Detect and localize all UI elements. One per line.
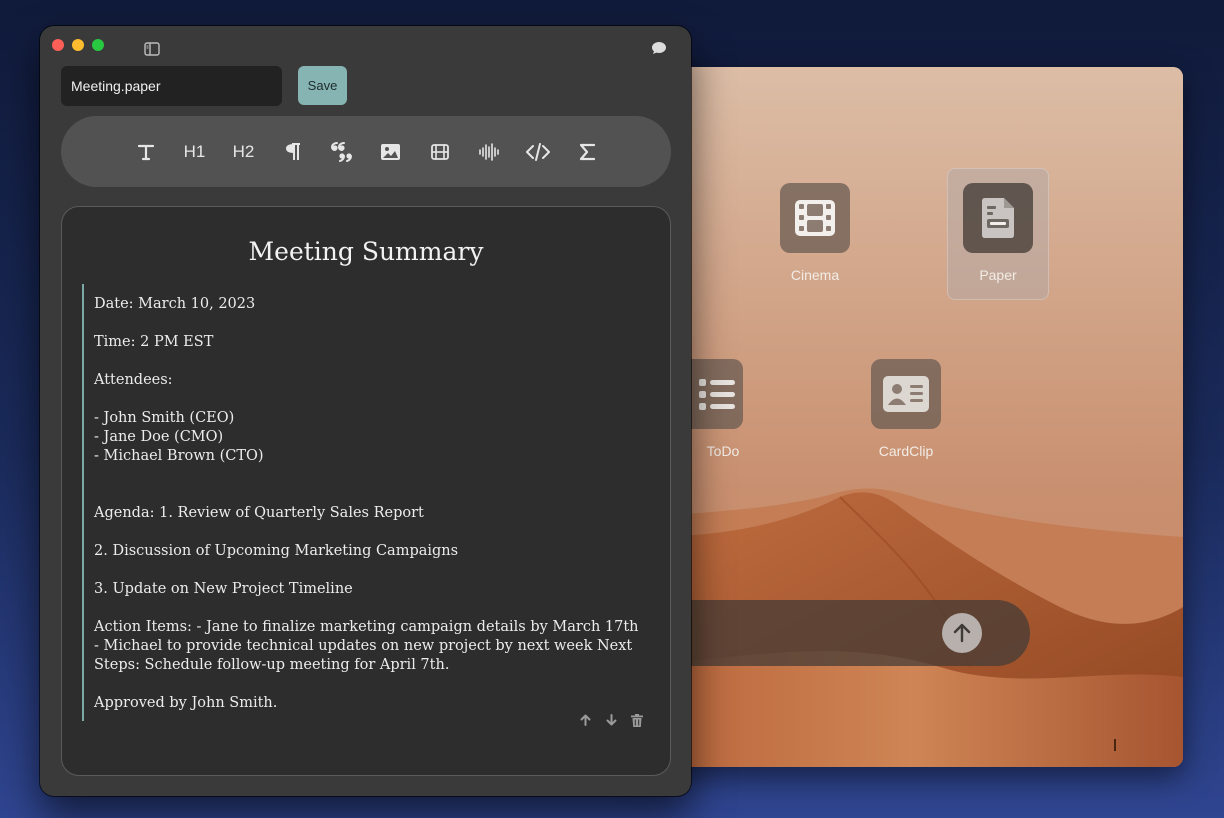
agenda-item: Agenda: 1. Review of Quarterly Sales Rep… [94, 505, 424, 521]
paragraph-icon[interactable] [268, 132, 317, 172]
document-icon [963, 183, 1033, 253]
block-actions [578, 714, 644, 731]
arrow-up-icon [953, 623, 971, 643]
film-icon [780, 183, 850, 253]
move-down-icon[interactable] [604, 714, 618, 731]
minimize-window-button[interactable] [72, 39, 84, 51]
attendee-item: - Jane Doe (CMO) [94, 429, 224, 445]
document-title[interactable]: Meeting Summary [62, 237, 670, 266]
approval-line: Approved by John Smith. [94, 695, 278, 711]
save-button[interactable]: Save [298, 66, 347, 105]
agenda-item: 3. Update on New Project Timeline [94, 581, 353, 597]
math-sigma-icon[interactable] [562, 132, 611, 172]
app-tile-cardclip[interactable]: CardClip [856, 359, 956, 459]
close-window-button[interactable] [52, 39, 64, 51]
action-items: Action Items: - Jane to finalize marketi… [94, 619, 639, 673]
editor-window: Save H1 H2 [40, 26, 691, 796]
code-icon[interactable] [513, 132, 562, 172]
app-label: Cinema [790, 267, 840, 283]
text-block[interactable]: Date: March 10, 2023 Time: 2 PM EST Atte… [82, 284, 644, 727]
zoom-window-button[interactable] [92, 39, 104, 51]
desktop-window: Cinema Paper ToDo CardClip [640, 67, 1183, 767]
video-icon[interactable] [415, 132, 464, 172]
text-icon[interactable] [121, 132, 170, 172]
app-label: Paper [979, 267, 1017, 283]
document-card: Meeting Summary Date: March 10, 2023 Tim… [61, 206, 671, 776]
agenda-item: 2. Discussion of Upcoming Marketing Camp… [94, 543, 459, 559]
image-icon[interactable] [366, 132, 415, 172]
trash-icon[interactable] [630, 714, 644, 731]
list-icon [691, 359, 743, 429]
chat-bubble-icon[interactable] [651, 40, 667, 59]
filename-input[interactable] [61, 66, 282, 106]
heading-1-button[interactable]: H1 [170, 132, 219, 172]
heading-2-button[interactable]: H2 [219, 132, 268, 172]
send-button[interactable] [942, 613, 982, 653]
move-up-icon[interactable] [578, 714, 592, 731]
app-tile-cinema[interactable]: Cinema [765, 183, 865, 283]
meeting-date: Date: March 10, 2023 [94, 296, 256, 312]
prompt-bar[interactable] [640, 600, 1030, 666]
quote-icon[interactable] [317, 132, 366, 172]
app-label: CardClip [878, 443, 934, 459]
attendee-item: - John Smith (CEO) [94, 410, 235, 426]
audio-waveform-icon[interactable] [464, 132, 513, 172]
attendees-heading: Attendees: [94, 372, 173, 388]
meeting-time: Time: 2 PM EST [94, 334, 214, 350]
contact-card-icon [871, 359, 941, 429]
attendee-item: - Michael Brown (CTO) [94, 448, 264, 464]
sidebar-toggle-icon[interactable] [144, 41, 160, 60]
app-tile-paper[interactable]: Paper [947, 168, 1049, 300]
block-toolbar: H1 H2 [61, 116, 671, 187]
